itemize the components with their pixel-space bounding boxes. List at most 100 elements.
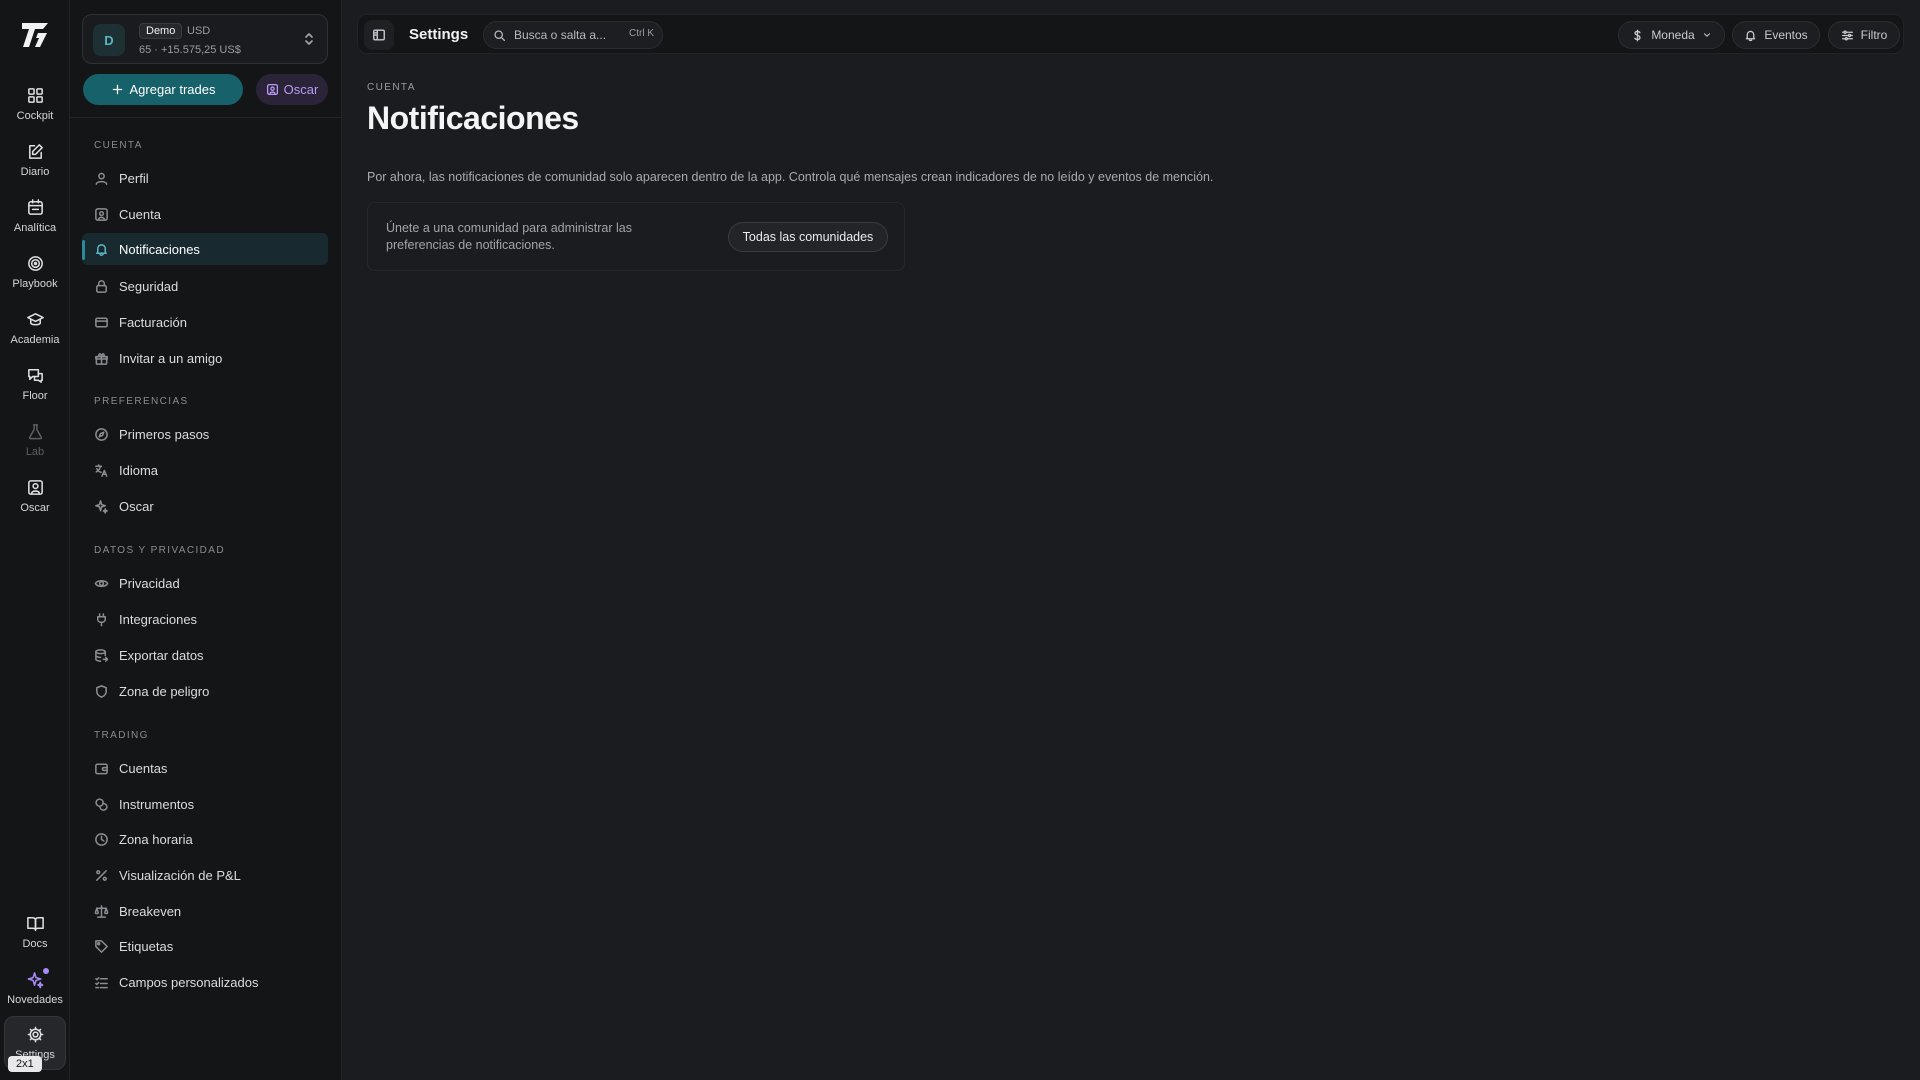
brand-logo-icon[interactable] — [18, 18, 52, 52]
nav-label: Idioma — [119, 462, 159, 478]
rail-item-cockpit[interactable]: Cockpit — [4, 78, 66, 130]
nav-label: Zona de peligro — [119, 683, 210, 699]
currency-select[interactable]: Moneda — [1618, 21, 1725, 49]
sidebar-toggle-button[interactable] — [364, 20, 394, 50]
nav-label: Oscar — [119, 498, 154, 514]
active-indicator — [82, 240, 85, 260]
nav-item-breakeven[interactable]: Breakeven — [82, 895, 328, 927]
rail-label: Floor — [22, 390, 48, 402]
nav-item-instrumentos[interactable]: Instrumentos — [82, 788, 328, 820]
nav-item-invitar[interactable]: Invitar a un amigo — [82, 342, 328, 374]
events-label: Eventos — [1764, 28, 1808, 42]
user-square-icon — [27, 480, 43, 495]
rail-label: Docs — [22, 938, 48, 950]
nav-item-etiquetas[interactable]: Etiquetas — [82, 930, 328, 962]
nav-item-zona-horaria[interactable]: Zona horaria — [82, 823, 328, 855]
nav-item-primeros-pasos[interactable]: Primeros pasos — [82, 418, 328, 450]
nav-item-cuentas[interactable]: Cuentas — [82, 752, 328, 784]
clock-icon — [95, 832, 108, 846]
nav-label: Visualización de P&L — [119, 867, 241, 883]
settings-sidebar: D Demo USD 65 · +15.575,25 US$ Agregar t… — [70, 0, 342, 1080]
gear-icon — [27, 1026, 43, 1043]
wallet-icon — [95, 763, 108, 774]
nav-label: Instrumentos — [119, 796, 195, 812]
rail-label: Analítica — [13, 222, 57, 234]
rail-label: Cockpit — [16, 110, 54, 122]
compass-icon — [95, 427, 108, 441]
book-open-icon — [26, 917, 44, 931]
sparkles-icon — [95, 499, 108, 514]
nav-item-perfil[interactable]: Perfil — [82, 162, 328, 194]
rail-item-analitica[interactable]: Analítica — [4, 190, 66, 242]
oscar-button[interactable]: Oscar — [256, 74, 328, 105]
account-summary: 65 · +15.575,25 US$ — [139, 44, 241, 56]
sparkles-icon — [27, 972, 43, 989]
nav-label: Perfil — [119, 170, 149, 186]
nav-item-notificaciones[interactable]: Notificaciones — [82, 233, 328, 265]
filter-button[interactable]: Filtro — [1828, 21, 1900, 49]
shield-icon — [96, 684, 107, 698]
nav-item-campos[interactable]: Campos personalizados — [82, 966, 328, 998]
eye-icon — [94, 579, 109, 587]
percent-icon — [96, 869, 107, 881]
edit-note-icon — [28, 144, 43, 159]
nav-item-seguridad[interactable]: Seguridad — [82, 270, 328, 302]
rail-label: Academia — [10, 334, 60, 346]
nav-label: Privacidad — [119, 575, 180, 591]
graduation-cap-icon — [26, 313, 44, 326]
rail-item-lab[interactable]: Lab — [4, 414, 66, 466]
divider — [70, 117, 342, 118]
scale-icon — [94, 904, 109, 918]
nav-item-idioma[interactable]: Idioma — [82, 454, 328, 486]
flask-icon — [28, 424, 42, 440]
currency-label: Moneda — [1651, 28, 1695, 42]
rail-item-oscar[interactable]: Oscar — [4, 470, 66, 522]
rail-item-floor[interactable]: Floor — [4, 358, 66, 410]
chevron-up-down-icon — [305, 33, 313, 45]
search-shortcut: Ctrl K — [629, 28, 654, 39]
nav-item-privacidad[interactable]: Privacidad — [82, 567, 328, 599]
credit-card-icon — [95, 317, 108, 327]
nav-item-exportar[interactable]: Exportar datos — [82, 639, 328, 671]
account-switcher[interactable]: D Demo USD 65 · +15.575,25 US$ — [82, 14, 328, 64]
search-input[interactable]: Busca o salta a... Ctrl K — [483, 21, 663, 49]
search-icon — [494, 29, 506, 41]
nav-item-facturacion[interactable]: Facturación — [82, 306, 328, 338]
bell-icon — [1746, 30, 1756, 41]
nav-label: Integraciones — [119, 611, 198, 627]
all-communities-button[interactable]: Todas las comunidades — [728, 222, 888, 252]
filter-label: Filtro — [1860, 28, 1888, 42]
rail-item-academia[interactable]: Academia — [4, 302, 66, 354]
plus-icon — [112, 84, 122, 95]
bell-icon — [96, 243, 107, 256]
oscar-button-label: Oscar — [283, 82, 319, 97]
chat-bubbles-icon — [27, 369, 43, 383]
top-bar: Settings Busca o salta a... Ctrl K Moned… — [357, 14, 1904, 54]
rail-item-novedades[interactable]: Novedades — [4, 962, 66, 1014]
nav-label: Invitar a un amigo — [119, 350, 223, 366]
add-trades-button[interactable]: Agregar trades — [83, 74, 243, 105]
nav-item-cuenta[interactable]: Cuenta — [82, 198, 328, 230]
list-check-icon — [95, 976, 108, 988]
user-icon — [95, 172, 108, 185]
nav-label: Breakeven — [119, 903, 182, 919]
nav-item-pl[interactable]: Visualización de P&L — [82, 859, 328, 891]
nav-label: Exportar datos — [119, 647, 204, 663]
rail-item-playbook[interactable]: Playbook — [4, 246, 66, 298]
events-button[interactable]: Eventos — [1732, 21, 1820, 49]
rail-item-docs[interactable]: Docs — [4, 906, 66, 958]
rail-label: Novedades — [7, 994, 63, 1006]
panel-left-icon — [373, 29, 385, 41]
nav-item-zona-peligro[interactable]: Zona de peligro — [82, 675, 328, 707]
nav-label: Etiquetas — [119, 938, 174, 954]
nav-item-oscar[interactable]: Oscar — [82, 490, 328, 522]
lock-icon — [96, 279, 107, 293]
nav-item-integraciones[interactable]: Integraciones — [82, 603, 328, 635]
account-currency: USD — [187, 25, 211, 37]
section-title-datos: Datos y privacidad — [94, 545, 225, 556]
page-title: Notificaciones — [367, 100, 579, 136]
gift-icon — [95, 352, 108, 365]
page-title-topbar: Settings — [409, 26, 469, 43]
rail-item-diario[interactable]: Diario — [4, 134, 66, 186]
nav-label: Primeros pasos — [119, 426, 210, 442]
